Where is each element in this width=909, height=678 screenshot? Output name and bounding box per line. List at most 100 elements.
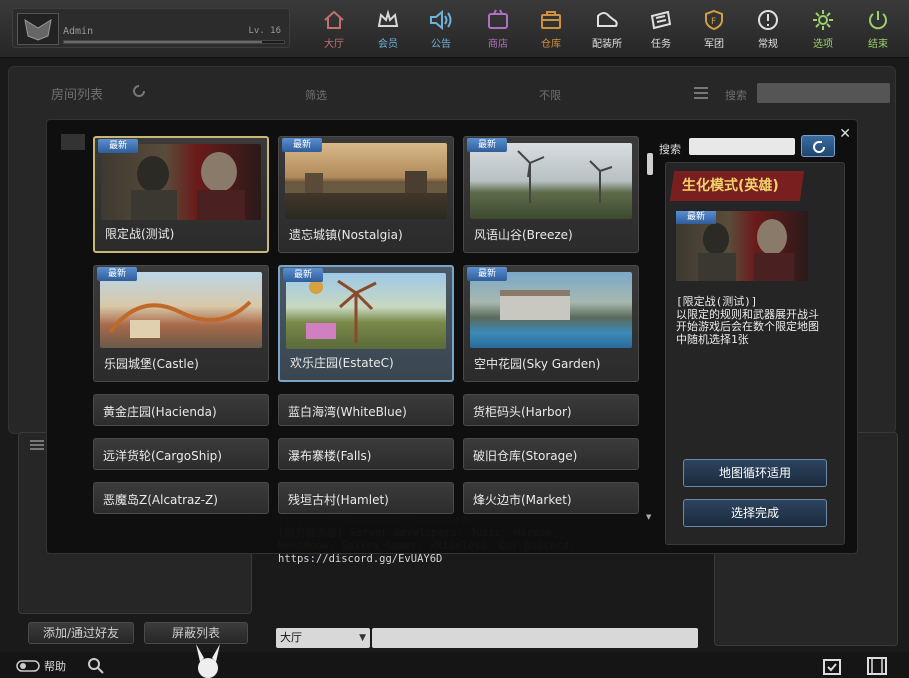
map-tile[interactable]: 最新 遗忘城镇(Nostalgia) <box>278 136 454 253</box>
map-label: 空中花园(Sky Garden) <box>474 357 601 371</box>
chat-channel-select[interactable]: 大厅 ▼ <box>276 628 370 648</box>
map-list-item[interactable]: 黄金庄园(Hacienda) <box>93 394 269 426</box>
chat-line: https://discord.gg/EvUAY6D <box>278 553 443 565</box>
map-tile[interactable]: 最新 乐园城堡(Castle) <box>93 265 269 382</box>
mode-description: [限定战(测试)] 以限定的规则和武器展开战斗 开始游戏后会在数个限定地图 中随… <box>676 295 836 346</box>
block-list-button[interactable]: 屏蔽列表 <box>144 622 248 644</box>
refresh-icon <box>813 141 825 153</box>
nav-exit[interactable]: 结束 <box>858 8 898 50</box>
nav-label: 公告 <box>431 39 451 50</box>
nav-clan[interactable]: F 军团 <box>694 8 734 50</box>
refresh-button[interactable] <box>801 135 835 157</box>
shield-icon: F <box>705 9 723 31</box>
nav-label: 结束 <box>868 39 888 50</box>
home-icon <box>324 10 344 29</box>
player-name: Admin <box>63 26 94 37</box>
nav-lobby[interactable]: 大厅 <box>314 8 354 50</box>
map-list-item[interactable]: 恶魔岛Z(Alcatraz-Z) <box>93 482 269 514</box>
map-list-item[interactable]: 货柜码头(Harbor) <box>463 394 639 426</box>
map-thumbnail <box>470 143 632 219</box>
nav-label: 大厅 <box>324 39 344 50</box>
ticket-icon <box>650 10 672 30</box>
scroll-thumb[interactable] <box>647 153 653 175</box>
inventory-icon <box>541 11 561 29</box>
film-icon[interactable] <box>866 656 888 676</box>
nav-general[interactable]: 常规 <box>748 8 788 50</box>
map-list-item[interactable]: 残垣古村(Hamlet) <box>278 482 454 514</box>
new-badge: 最新 <box>98 139 138 153</box>
close-icon[interactable]: ✕ <box>839 126 851 142</box>
map-tile[interactable]: 最新 空中花园(Sky Garden) <box>463 265 639 382</box>
new-badge: 最新 <box>467 138 507 152</box>
player-level: Lv. 16 <box>248 26 281 36</box>
new-badge: 最新 <box>676 211 716 224</box>
map-tile[interactable]: 最新 风语山谷(Breeze) <box>463 136 639 253</box>
nav-missions[interactable]: 任务 <box>641 8 681 50</box>
status-bar: 帮助 <box>0 644 909 678</box>
map-list-item[interactable]: 烽火边市(Market) <box>463 482 639 514</box>
map-tile[interactable]: 最新 限定战(测试) <box>93 136 269 253</box>
nav-label: 军团 <box>704 39 724 50</box>
map-thumbnail <box>470 272 632 348</box>
map-label: 货柜码头(Harbor) <box>473 405 572 419</box>
map-thumbnail <box>100 272 262 348</box>
desc-line: 中随机选择1张 <box>676 332 749 346</box>
map-thumbnail <box>286 273 446 349</box>
settings-sliders-icon[interactable] <box>691 83 711 103</box>
scroll-down-icon[interactable]: ▼ <box>646 513 651 521</box>
map-label: 破旧仓库(Storage) <box>473 449 578 463</box>
selected-map-thumbnail: 最新 <box>676 211 808 281</box>
map-label: 黄金庄园(Hacienda) <box>103 405 217 419</box>
no-limit-label[interactable]: 不限 <box>539 87 561 103</box>
nav-label: 常规 <box>758 39 778 50</box>
map-thumbnail <box>101 144 261 220</box>
nav-vip[interactable]: 会员 <box>368 8 408 50</box>
crown-icon <box>377 9 399 27</box>
list-icon <box>30 440 44 450</box>
alert-icon <box>758 10 778 30</box>
map-label: 烽火边市(Market) <box>473 493 572 507</box>
map-search-input[interactable] <box>689 138 795 155</box>
nav-label: 会员 <box>378 39 398 50</box>
chat-channel-value: 大厅 <box>280 631 302 644</box>
nav-label: 配装所 <box>592 39 622 50</box>
add-friend-button[interactable]: 添加/通过好友 <box>28 622 134 644</box>
map-list-item[interactable]: 远洋货轮(CargoShip) <box>93 438 269 470</box>
help-label[interactable]: 帮助 <box>44 658 66 674</box>
xp-bar <box>63 40 285 44</box>
desc-line: 开始游戏后会在数个限定地图 <box>676 320 819 333</box>
map-label: 欢乐庄园(EstateC) <box>290 356 394 370</box>
map-list-item[interactable]: 瀑布寨楼(Falls) <box>278 438 454 470</box>
map-cycle-button[interactable]: 地图循环适用 <box>683 459 827 487</box>
list-header-box <box>61 134 85 150</box>
nav-notice[interactable]: 公告 <box>421 8 461 50</box>
map-label: 风语山谷(Breeze) <box>474 228 573 242</box>
nav-inventory[interactable]: 仓库 <box>531 8 571 50</box>
refresh-icon[interactable] <box>131 83 147 99</box>
room-search-label: 搜索 <box>725 89 747 102</box>
profile-panel[interactable]: Admin Lv. 16 <box>12 8 290 48</box>
chat-input[interactable] <box>372 628 698 648</box>
map-tile[interactable]: 最新 欢乐庄园(EstateC) <box>278 265 454 382</box>
mode-title: 生化模式(英雄) <box>682 178 779 194</box>
speaker-icon <box>430 9 452 31</box>
map-search-label: 搜索 <box>659 143 681 156</box>
map-scrollbar[interactable]: ▼ <box>646 153 654 521</box>
nav-shop[interactable]: 商店 <box>478 8 518 50</box>
desc-line: [限定战(测试)] <box>676 295 758 308</box>
map-label: 蓝白海湾(WhiteBlue) <box>288 405 407 419</box>
nav-options[interactable]: 选项 <box>803 8 843 50</box>
rabbit-mascot-icon <box>196 644 220 678</box>
nav-loadout[interactable]: 配装所 <box>585 8 629 50</box>
toggle-icon[interactable] <box>16 660 40 672</box>
map-list-item[interactable]: 蓝白海湾(WhiteBlue) <box>278 394 454 426</box>
select-done-button[interactable]: 选择完成 <box>683 499 827 527</box>
map-list-item[interactable]: 破旧仓库(Storage) <box>463 438 639 470</box>
room-search-input[interactable] <box>757 83 890 103</box>
nav-label: 选项 <box>813 39 833 50</box>
calendar-check-icon[interactable] <box>822 656 842 676</box>
search-icon[interactable] <box>86 656 106 674</box>
filter-label: 筛选 <box>305 89 327 102</box>
map-label: 残垣古村(Hamlet) <box>288 493 389 507</box>
map-label: 遗忘城镇(Nostalgia) <box>289 228 403 242</box>
